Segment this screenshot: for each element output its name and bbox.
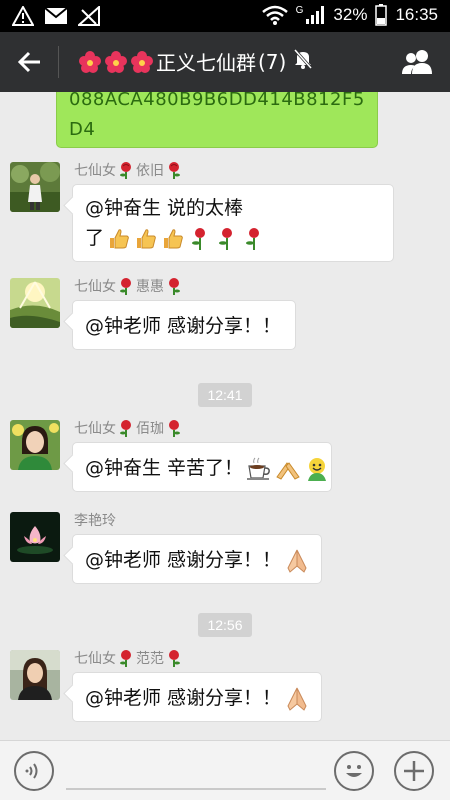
message-text: @钟奋生 辛苦了！: [85, 453, 327, 483]
sender-label: 七仙女 惠惠: [74, 276, 183, 296]
sender-name: 惠惠: [136, 279, 164, 295]
title-divider: [58, 46, 59, 78]
bow-icon: [276, 461, 300, 480]
sender-label: 七仙女 依旧: [74, 160, 183, 180]
member-count: (7): [258, 49, 287, 74]
coffee-icon: [247, 457, 270, 480]
sender-label: 七仙女 佰珈: [74, 418, 183, 438]
rose-icon: [169, 278, 180, 295]
back-button[interactable]: [14, 46, 46, 78]
flower-icon: [79, 50, 101, 73]
rose-icon: [219, 227, 233, 250]
message-bubble[interactable]: @钟奋生 辛苦了！: [72, 442, 332, 492]
emoji-icon: [346, 765, 362, 777]
rose-icon: [192, 227, 206, 250]
own-message-text: 088ACA480B9B6DD414B812F5D4: [69, 92, 365, 140]
thumbs-up-icon: [164, 228, 183, 248]
rose-icon: [120, 278, 131, 295]
praying-hands-icon: [287, 549, 307, 573]
rose-icon: [120, 420, 131, 437]
sender-prefix: 七仙女: [74, 279, 116, 295]
sender-label: 李艳玲: [74, 510, 116, 530]
title-bar: 正义七仙群 (7): [0, 32, 450, 92]
message-bubble[interactable]: @钟奋生 说的太棒 了: [72, 184, 394, 262]
chat-title: 正义七仙群 (7): [78, 47, 313, 76]
rose-icon: [169, 420, 180, 437]
sender-name: 依旧: [136, 163, 164, 179]
mute-bell-icon: [294, 49, 313, 74]
timestamp: 12:56: [198, 613, 252, 637]
message-text: @钟老师 感谢分享！！: [85, 315, 282, 337]
message-text: @钟老师 感谢分享！！: [85, 683, 309, 713]
voice-button[interactable]: [14, 751, 54, 791]
status-bar: G 32% 16:35: [0, 0, 450, 32]
flower-icon: [105, 50, 127, 73]
message-bubble[interactable]: @钟老师 感谢分享！！: [72, 672, 322, 722]
plus-icon: [404, 761, 424, 781]
sender-name: 佰珈: [136, 421, 164, 437]
message-bubble[interactable]: @钟老师 感谢分享！！: [72, 300, 296, 350]
praying-hands-icon: [287, 687, 307, 711]
group-members-button[interactable]: [400, 46, 436, 78]
thumbs-up-icon: [110, 228, 129, 248]
battery-percent: 32%: [333, 5, 368, 24]
thumbs-up-icon: [137, 228, 156, 248]
own-message-bubble[interactable]: 088ACA480B9B6DD414B812F5D4: [56, 92, 378, 148]
sender-label: 七仙女 范范: [74, 648, 183, 668]
plus-button[interactable]: [394, 751, 434, 791]
sender-prefix: 七仙女: [74, 421, 116, 437]
avatar[interactable]: [10, 512, 60, 562]
message-input[interactable]: [66, 788, 326, 790]
avatar[interactable]: [10, 650, 60, 700]
network-type: G: [295, 4, 304, 16]
alert-icon: [12, 6, 34, 26]
sender-prefix: 七仙女: [74, 651, 116, 667]
rose-icon: [246, 227, 260, 250]
battery-icon: [375, 4, 388, 26]
chat-messages[interactable]: 088ACA480B9B6DD414B812F5D4 七仙女 依旧 @钟奋生 说…: [0, 92, 450, 740]
avatar[interactable]: [10, 162, 60, 212]
sender-name: 范范: [136, 651, 164, 667]
rose-icon: [120, 162, 131, 179]
mail-icon: [44, 7, 68, 25]
timestamp: 12:41: [198, 383, 252, 407]
sender-prefix: 七仙女: [74, 163, 116, 179]
input-bar: [0, 740, 450, 800]
emoji-button[interactable]: [334, 751, 374, 791]
voice-icon: [25, 763, 38, 779]
avatar[interactable]: [10, 420, 60, 470]
rose-icon: [169, 650, 180, 667]
message-text: @钟老师 感谢分享！！: [85, 545, 309, 575]
rose-icon: [120, 650, 131, 667]
no-signal-icon: [78, 6, 100, 26]
clock: 16:35: [395, 5, 438, 24]
group-name: 正义七仙群: [156, 51, 256, 75]
smiley-character-icon: [308, 457, 327, 481]
message-text-line2: 了: [85, 223, 381, 253]
message-text-line1: @钟奋生 说的太棒: [85, 197, 244, 219]
avatar[interactable]: [10, 278, 60, 328]
sender-name: 李艳玲: [74, 513, 116, 529]
back-arrow-icon: [17, 51, 40, 73]
signal-icon: [305, 5, 325, 25]
rose-icon: [169, 162, 180, 179]
message-bubble[interactable]: @钟老师 感谢分享！！: [72, 534, 322, 584]
group-members-icon: [402, 50, 432, 74]
wifi-icon: [261, 5, 288, 25]
flower-icon: [131, 50, 153, 73]
